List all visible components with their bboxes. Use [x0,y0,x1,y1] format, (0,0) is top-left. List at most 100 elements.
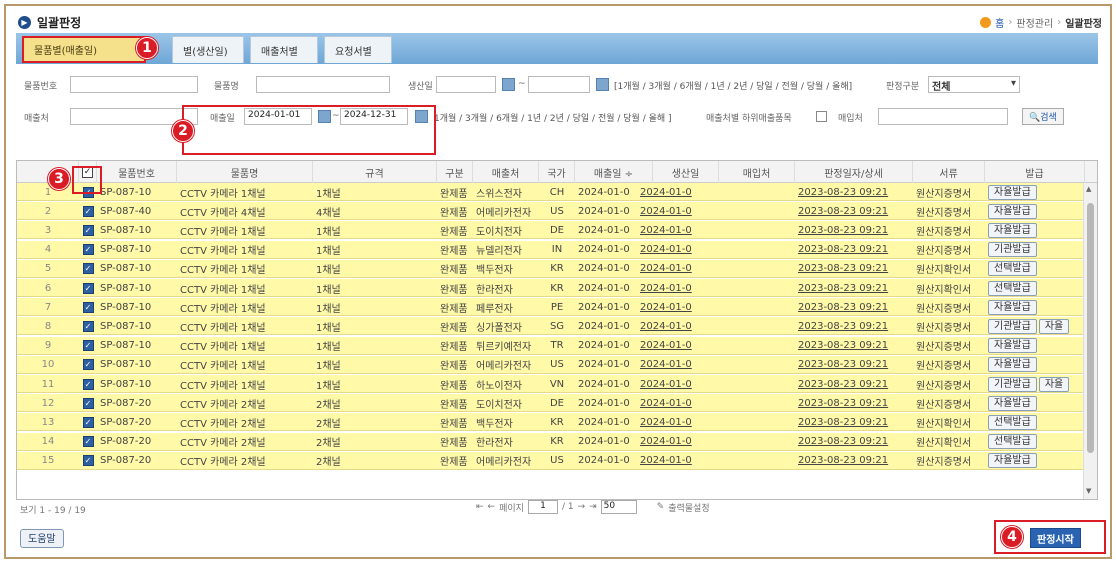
grid-scrollbar[interactable]: ▲ ▼ [1083,183,1097,499]
issue-button[interactable]: 자율 [1038,376,1070,392]
breadcrumb-home[interactable]: 홈 [995,15,1004,30]
cell-prod[interactable]: 2024-01-0 [640,187,692,198]
table-row[interactable]: 14 ✓ SP-087-20 CCTV 카메라 2채널 2채널 완제품 한라전자 KR 2024… [17,432,1083,451]
cell-judged[interactable]: 2023-08-23 09:21 [798,321,888,332]
table-row[interactable]: 4 ✓ SP-087-10 CCTV 카메라 1채널 1채널 완제품 뉴델리전자 IN 2024… [17,240,1083,259]
tab-by-request[interactable]: 요청서별 [324,36,392,63]
cell-prod[interactable]: 2024-01-0 [640,244,692,255]
cell-prod[interactable]: 2024-01-0 [640,263,692,274]
cell-judged[interactable]: 2023-08-23 09:21 [798,187,888,198]
header-item-name[interactable]: 물품명 [177,161,313,183]
cell-judged[interactable]: 2023-08-23 09:21 [798,417,888,428]
issue-button[interactable]: 기관발급 [988,318,1037,334]
last-page-icon[interactable]: ⇥ [589,502,597,512]
cell-prod[interactable]: 2024-01-0 [640,340,692,351]
table-row[interactable]: 10 ✓ SP-087-10 CCTV 카메라 1채널 1채널 완제품 어메리카전자 US 20… [17,355,1083,374]
table-row[interactable]: 5 ✓ SP-087-10 CCTV 카메라 1채널 1채널 완제품 백두전자 KR 2024-… [17,259,1083,278]
item-name-input[interactable] [256,76,390,93]
header-purchaser[interactable]: 매입처 [719,161,795,183]
calendar-icon[interactable] [502,78,515,91]
page-input[interactable]: 1 [527,500,558,514]
cell-prod[interactable]: 2024-01-0 [640,417,692,428]
table-row[interactable]: 15 ✓ SP-087-20 CCTV 카메라 2채널 2채널 완제품 어메리카전자 US 20… [17,451,1083,470]
row-checkbox[interactable]: ✓ [82,359,94,371]
row-checkbox[interactable]: ✓ [82,378,94,390]
issue-button[interactable]: 자율발급 [988,184,1037,200]
issue-button[interactable]: 선택발급 [988,434,1037,450]
cell-judged[interactable]: 2023-08-23 09:21 [798,455,888,466]
issue-button[interactable]: 자율발급 [988,299,1037,315]
header-spec[interactable]: 규격 [313,161,437,183]
header-doc[interactable]: 서류 [913,161,985,183]
issue-button[interactable]: 선택발급 [988,414,1037,430]
cell-judged[interactable]: 2023-08-23 09:21 [798,340,888,351]
table-row[interactable]: 1 ✓ SP-087-10 CCTV 카메라 1채널 1채널 완제품 스위스전자 CH 2024… [17,183,1083,201]
row-checkbox[interactable]: ✓ [82,455,94,467]
cell-prod[interactable]: 2024-01-0 [640,302,692,313]
prod-date-quick-ranges[interactable]: [1개월 / 3개월 / 6개월 / 1년 / 2년 / 당일 / 전월 / 당… [614,79,852,92]
row-checkbox[interactable]: ✓ [82,205,94,217]
prod-date-to-input[interactable] [528,76,590,93]
scroll-thumb[interactable] [1087,203,1094,453]
cell-judged[interactable]: 2023-08-23 09:21 [798,244,888,255]
header-type[interactable]: 구분 [437,161,473,183]
row-checkbox[interactable]: ✓ [82,282,94,294]
header-issue[interactable]: 발급 [985,161,1085,183]
header-judge-date[interactable]: 판정일자/상세 [795,161,913,183]
cell-prod[interactable]: 2024-01-0 [640,398,692,409]
cell-judged[interactable]: 2023-08-23 09:21 [798,283,888,294]
table-row[interactable]: 13 ✓ SP-087-20 CCTV 카메라 2채널 2채널 완제품 백두전자 KR 2024… [17,413,1083,432]
tab-by-item-prod-date[interactable]: 별(생산일) [172,36,244,63]
cell-judged[interactable]: 2023-08-23 09:21 [798,359,888,370]
issue-button[interactable]: 기관발급 [988,242,1037,258]
header-buyer[interactable]: 매출처 [473,161,539,183]
next-page-icon[interactable]: → [578,502,586,512]
cell-judged[interactable]: 2023-08-23 09:21 [798,436,888,447]
cell-prod[interactable]: 2024-01-0 [640,455,692,466]
row-checkbox[interactable]: ✓ [82,416,94,428]
table-row[interactable]: 8 ✓ SP-087-10 CCTV 카메라 1채널 1채널 완제품 싱가폴전자 SG 2024… [17,317,1083,336]
row-checkbox[interactable]: ✓ [82,320,94,332]
judge-type-select[interactable]: 전체 [928,76,1020,93]
row-checkbox[interactable]: ✓ [82,397,94,409]
cell-prod[interactable]: 2024-01-0 [640,321,692,332]
cell-judged[interactable]: 2023-08-23 09:21 [798,225,888,236]
row-checkbox[interactable]: ✓ [82,340,94,352]
cell-judged[interactable]: 2023-08-23 09:21 [798,398,888,409]
row-checkbox[interactable]: ✓ [82,224,94,236]
table-row[interactable]: 6 ✓ SP-087-10 CCTV 카메라 1채널 1채널 완제품 한라전자 KR 2024-… [17,279,1083,297]
issue-button[interactable]: 자율발급 [988,453,1037,469]
item-no-input[interactable] [70,76,198,93]
issue-button[interactable]: 자율발급 [988,222,1037,238]
table-row[interactable]: 7 ✓ SP-087-10 CCTV 카메라 1채널 1채널 완제품 페루전자 PE 2024-… [17,298,1083,317]
sale-date-quick-ranges[interactable]: 1개월 / 3개월 / 6개월 / 1년 / 2년 / 당일 / 전월 / 당월… [434,111,672,124]
cell-judged[interactable]: 2023-08-23 09:21 [798,206,888,217]
table-row[interactable]: 2 ✓ SP-087-40 CCTV 카메라 4채널 4채널 완제품 어메리카전자 US 202… [17,202,1083,221]
help-button[interactable]: 도움말 [20,529,64,548]
row-checkbox[interactable]: ✓ [82,436,94,448]
issue-button[interactable]: 자율발급 [988,203,1037,219]
cell-prod[interactable]: 2024-01-0 [640,359,692,370]
table-row[interactable]: 3 ✓ SP-087-10 CCTV 카메라 1채널 1채널 완제품 도이치전자 DE 2024… [17,221,1083,240]
cell-prod[interactable]: 2024-01-0 [640,225,692,236]
issue-button[interactable]: 자율발급 [988,395,1037,411]
prod-date-from-input[interactable] [436,76,496,93]
export-settings-link[interactable]: 출력물설정 [668,501,709,514]
issue-button[interactable]: 기관발급 [988,376,1037,392]
issue-button[interactable]: 선택발급 [988,261,1037,277]
table-row[interactable]: 11 ✓ SP-087-10 CCTV 카메라 1채널 1채널 완제품 하노이전자 VN 202… [17,375,1083,393]
issue-button[interactable]: 자율발급 [988,357,1037,373]
first-page-icon[interactable]: ⇤ [476,502,484,512]
header-item-no[interactable]: 물품번호 [97,161,177,183]
tab-by-item-sale-date[interactable]: 물품별(매출일) [22,36,146,63]
scroll-down-icon[interactable]: ▼ [1086,487,1091,495]
page-size-select[interactable]: 50 [600,500,637,514]
row-checkbox[interactable]: ✓ [82,263,94,275]
issue-button[interactable]: 자율 [1038,318,1070,334]
start-judgment-button[interactable]: 판정시작 [1030,528,1081,548]
cell-prod[interactable]: 2024-01-0 [640,436,692,447]
purchaser-input[interactable] [878,108,1008,125]
cell-prod[interactable]: 2024-01-0 [640,206,692,217]
row-checkbox[interactable]: ✓ [82,244,94,256]
search-button[interactable]: 🔍검색 [1022,108,1064,125]
